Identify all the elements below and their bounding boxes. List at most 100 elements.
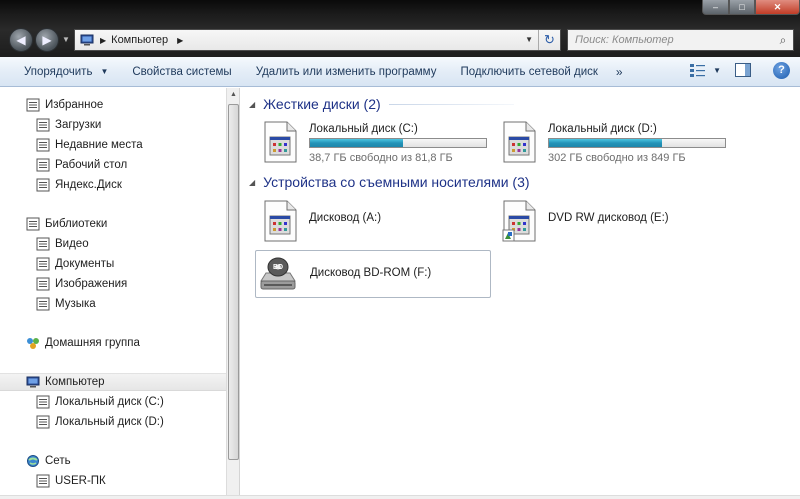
breadcrumb-separator-icon[interactable]: ▶ — [100, 36, 106, 45]
device-tile-bd-rom-f[interactable]: BD Дисковод BD-ROM (F:) — [255, 250, 491, 298]
search-box[interactable]: Поиск: Компьютер ⌕ — [567, 29, 794, 51]
sidebar-item-documents[interactable]: Документы — [36, 255, 114, 273]
uninstall-program-button[interactable]: Удалить или изменить программу — [244, 61, 449, 83]
drive-tile-c[interactable]: Локальный диск (C:) 38,7 ГБ свободно из … — [255, 117, 491, 165]
window-bottom-edge — [0, 495, 800, 499]
device-name: DVD RW дисковод (E:) — [548, 212, 669, 224]
preview-pane-icon[interactable] — [735, 63, 751, 77]
sidebar-item-label: Библиотеки — [45, 218, 108, 230]
drive-usage-bar — [309, 138, 487, 148]
sidebar-item-network[interactable]: Сеть — [26, 452, 71, 470]
scroll-up-icon[interactable]: ▲ — [230, 91, 237, 98]
sidebar-item-computer[interactable]: Компьютер — [0, 373, 226, 391]
sidebar-item-recent-places[interactable]: Недавние места — [36, 136, 143, 154]
bd-badge: BD — [273, 264, 283, 271]
folder-icon — [36, 118, 50, 132]
drive-name: Локальный диск (D:) — [548, 123, 657, 135]
dvd-drive-icon — [502, 200, 536, 242]
group-header-label: Устройства со съемными носителями (3) — [263, 174, 530, 190]
drive-icon — [36, 395, 50, 409]
navigation-pane: Избранное Загрузки Недавние места Рабочи… — [0, 88, 226, 499]
sidebar-item-label: Недавние места — [55, 139, 143, 151]
sidebar-item-homegroup[interactable]: Домашняя группа — [26, 334, 140, 352]
address-bar[interactable]: ▶ Компьютер ▶ ▼ ↻ — [74, 29, 561, 51]
sidebar-item-label: Сеть — [45, 455, 71, 467]
view-options-dropdown[interactable]: ▼ — [713, 66, 721, 75]
sidebar-item-label: Видео — [55, 238, 89, 250]
folder-icon — [36, 257, 50, 271]
sidebar-item-label: Локальный диск (D:) — [55, 416, 164, 428]
forward-button[interactable]: ▶ — [35, 28, 59, 52]
drive-tile-d[interactable]: Локальный диск (D:) 302 ГБ свободно из 8… — [494, 117, 730, 165]
back-arrow-icon: ◀ — [16, 33, 26, 47]
sidebar-item-yandex-disk[interactable]: Яндекс.Диск — [36, 176, 122, 194]
device-tile-dvd-e[interactable]: DVD RW дисковод (E:) — [494, 196, 730, 244]
content-area: ◢ Жесткие диски (2) Локальный диск (C:) … — [241, 88, 800, 499]
more-commands-button[interactable]: » — [610, 61, 629, 83]
sidebar-item-desktop[interactable]: Рабочий стол — [36, 156, 127, 174]
folder-icon — [36, 297, 50, 311]
sidebar-item-label: Яндекс.Диск — [55, 179, 122, 191]
change-view-icon[interactable] — [687, 61, 709, 79]
window-chrome: – □ ✕ ◀ ▶ ▼ ▶ Компьютер ▶ ▼ ↻ Поиск: Ком… — [0, 0, 800, 57]
drive-icon — [36, 415, 50, 429]
sidebar-item-video[interactable]: Видео — [36, 235, 89, 253]
bd-rom-drive-icon: BD — [260, 257, 296, 290]
group-header-hard-drives[interactable]: ◢ Жесткие диски (2) — [249, 96, 514, 112]
close-button[interactable]: ✕ — [755, 0, 800, 15]
libraries-icon — [26, 217, 40, 231]
sidebar-item-user-pc[interactable]: USER-ПК — [36, 472, 106, 490]
group-header-removable[interactable]: ◢ Устройства со съемными носителями (3) — [249, 174, 538, 190]
device-name: Дисковод BD-ROM (F:) — [310, 267, 432, 279]
refresh-button[interactable]: ↻ — [538, 30, 560, 50]
sidebar-item-local-disk-d[interactable]: Локальный диск (D:) — [36, 413, 164, 431]
minimize-button[interactable]: – — [702, 0, 729, 15]
sidebar-item-downloads[interactable]: Загрузки — [36, 116, 101, 134]
maximize-button[interactable]: □ — [729, 0, 755, 15]
back-button[interactable]: ◀ — [9, 28, 33, 52]
map-network-drive-button[interactable]: Подключить сетевой диск — [448, 61, 609, 83]
computer-icon — [80, 34, 94, 46]
drive-name: Локальный диск (C:) — [309, 123, 418, 135]
sidebar-item-label: Документы — [55, 258, 115, 270]
sidebar-item-label: Компьютер — [45, 376, 105, 388]
sidebar-item-label: Музыка — [55, 298, 96, 310]
device-tile-floppy-a[interactable]: Дисковод (A:) — [255, 196, 491, 244]
chevron-down-icon: ▼ — [100, 67, 109, 76]
recent-pages-dropdown[interactable]: ▼ — [62, 35, 70, 44]
group-header-label: Жесткие диски (2) — [263, 96, 381, 112]
search-input[interactable]: Поиск: Компьютер — [568, 34, 773, 46]
computer-icon — [26, 376, 40, 388]
folder-icon — [36, 277, 50, 291]
sidebar-item-label: Рабочий стол — [55, 159, 128, 171]
collapse-icon[interactable]: ◢ — [249, 178, 255, 187]
scrollbar-thumb[interactable] — [228, 104, 239, 460]
computer-icon — [36, 474, 50, 488]
help-button[interactable]: ? — [773, 61, 790, 79]
command-bar: Упорядочить ▼ Свойства системы Удалить и… — [0, 57, 800, 87]
sidebar-item-local-disk-c[interactable]: Локальный диск (C:) — [36, 393, 164, 411]
collapse-icon[interactable]: ◢ — [249, 100, 255, 109]
homegroup-icon — [27, 338, 39, 349]
network-icon — [27, 455, 39, 467]
drive-usage-fill — [310, 139, 403, 147]
breadcrumb-separator-icon[interactable]: ▶ — [177, 36, 183, 45]
sidebar-item-libraries[interactable]: Библиотеки — [26, 215, 107, 233]
organize-button[interactable]: Упорядочить ▼ — [0, 61, 120, 83]
search-icon[interactable]: ⌕ — [773, 33, 793, 48]
address-dropdown-icon[interactable]: ▼ — [525, 35, 533, 44]
forward-arrow-icon: ▶ — [42, 33, 52, 47]
drive-free-space: 302 ГБ свободно из 849 ГБ — [548, 152, 686, 164]
window-controls: – □ ✕ — [702, 0, 800, 15]
folder-icon — [36, 237, 50, 251]
system-properties-button[interactable]: Свойства системы — [120, 61, 243, 83]
breadcrumb-computer[interactable]: Компьютер — [111, 34, 168, 46]
sidebar-item-favorites[interactable]: Избранное — [26, 96, 103, 114]
sidebar-item-images[interactable]: Изображения — [36, 275, 127, 293]
group-divider — [388, 103, 514, 105]
sidebar-item-label: Локальный диск (C:) — [55, 396, 164, 408]
navigation-scrollbar[interactable]: ▲ — [226, 88, 240, 499]
sidebar-item-music[interactable]: Музыка — [36, 295, 96, 313]
folder-icon — [36, 138, 50, 152]
drive-usage-fill — [549, 139, 663, 147]
